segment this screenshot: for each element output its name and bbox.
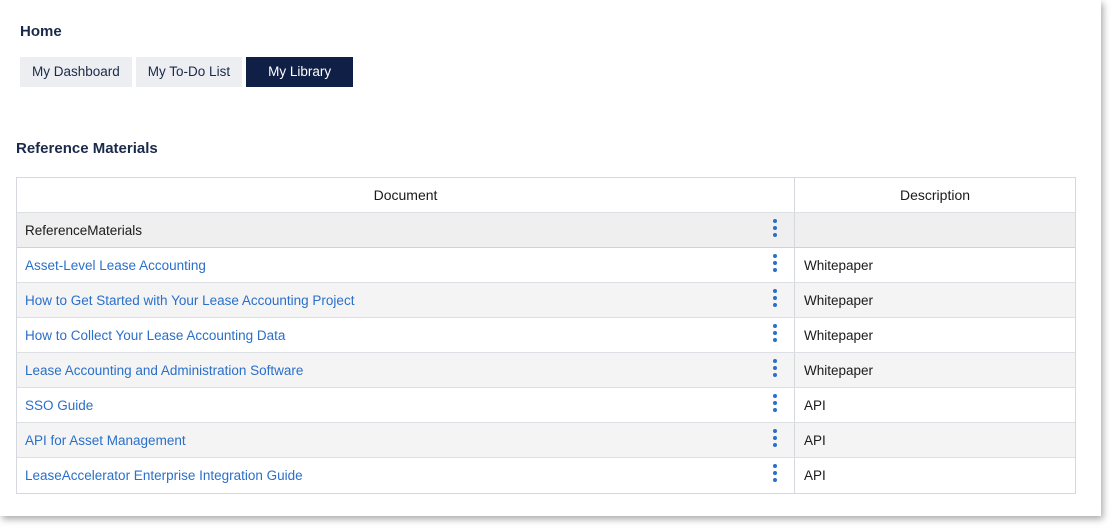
group-description-cell [795, 213, 1075, 247]
document-cell: How to Collect Your Lease Accounting Dat… [17, 318, 795, 352]
document-cell: Asset-Level Lease Accounting [17, 248, 795, 282]
kebab-menu-icon[interactable] [772, 324, 778, 342]
kebab-menu-icon[interactable] [772, 429, 778, 447]
document-cell: LeaseAccelerator Enterprise Integration … [17, 458, 795, 493]
group-cell: ReferenceMaterials [17, 213, 795, 247]
kebab-menu-icon[interactable] [772, 254, 778, 272]
column-header-description[interactable]: Description [795, 178, 1075, 212]
document-cell: How to Get Started with Your Lease Accou… [17, 283, 795, 317]
table-header-row: Document Description [17, 178, 1075, 213]
group-label: ReferenceMaterials [25, 222, 143, 238]
document-link[interactable]: Asset-Level Lease Accounting [25, 258, 206, 273]
document-cell: SSO Guide [17, 388, 795, 422]
kebab-menu-icon[interactable] [772, 289, 778, 307]
tab-my-to-do-list[interactable]: My To-Do List [135, 57, 243, 87]
description-cell: Whitepaper [804, 292, 874, 308]
description-cell: API [804, 468, 826, 483]
table-row: SSO Guide API [17, 388, 1075, 423]
table-row: Lease Accounting and Administration Soft… [17, 353, 1075, 388]
description-cell: API [804, 397, 826, 413]
description-cell: Whitepaper [804, 327, 874, 343]
tab-my-dashboard[interactable]: My Dashboard [20, 57, 132, 87]
page-title: Home [20, 23, 62, 40]
description-cell: Whitepaper [804, 257, 874, 273]
kebab-menu-icon[interactable] [772, 359, 778, 377]
reference-materials-table: Document Description ReferenceMaterials … [16, 177, 1076, 494]
kebab-menu-icon[interactable] [772, 219, 778, 237]
library-panel: Home My Dashboard My To-Do List My Libra… [0, 0, 1101, 516]
column-header-document[interactable]: Document [17, 178, 795, 212]
section-title: Reference Materials [16, 140, 158, 157]
document-link[interactable]: API for Asset Management [25, 433, 186, 448]
description-cell: API [804, 432, 826, 448]
document-link[interactable]: Lease Accounting and Administration Soft… [25, 363, 303, 378]
kebab-menu-icon[interactable] [772, 394, 778, 412]
tab-bar: My Dashboard My To-Do List My Library [20, 57, 354, 87]
tab-my-library[interactable]: My Library [246, 57, 354, 87]
kebab-menu-icon[interactable] [772, 464, 778, 482]
table-row: How to Collect Your Lease Accounting Dat… [17, 318, 1075, 353]
document-cell: Lease Accounting and Administration Soft… [17, 353, 795, 387]
table-row: How to Get Started with Your Lease Accou… [17, 283, 1075, 318]
group-row: ReferenceMaterials [17, 213, 1075, 248]
description-cell: Whitepaper [804, 362, 874, 378]
table-row: Asset-Level Lease Accounting Whitepaper [17, 248, 1075, 283]
document-link[interactable]: LeaseAccelerator Enterprise Integration … [25, 468, 303, 483]
document-cell: API for Asset Management [17, 423, 795, 457]
table-row: API for Asset Management API [17, 423, 1075, 458]
document-link[interactable]: How to Collect Your Lease Accounting Dat… [25, 328, 285, 343]
table-row: LeaseAccelerator Enterprise Integration … [17, 458, 1075, 493]
document-link[interactable]: SSO Guide [25, 398, 93, 413]
document-link[interactable]: How to Get Started with Your Lease Accou… [25, 293, 354, 308]
